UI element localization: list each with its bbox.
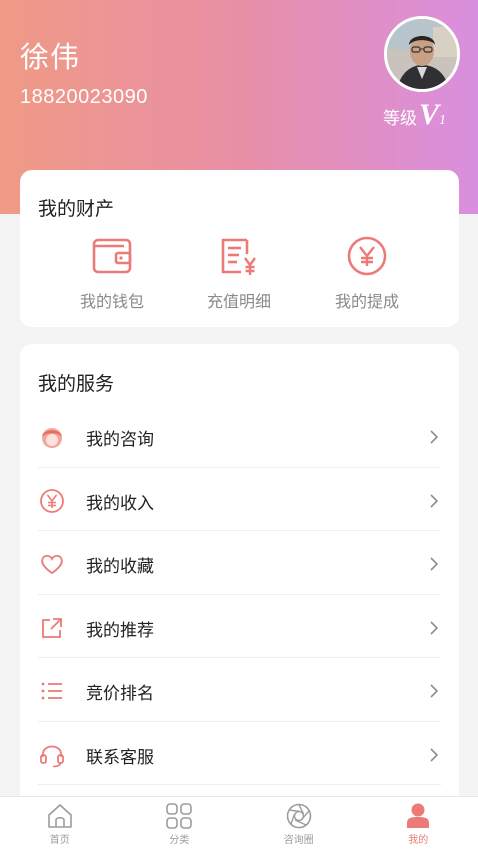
recharge-detail-icon <box>221 238 256 275</box>
headset-icon <box>40 745 64 767</box>
bottom-tab-bar: 首页 分类 咨询圈 我的 <box>0 796 478 850</box>
tab-label: 我的 <box>408 835 429 846</box>
tab-category[interactable]: 分类 <box>120 797 240 850</box>
service-item-consult[interactable]: 我的咨询 <box>38 404 441 468</box>
tab-label: 分类 <box>169 835 190 846</box>
home-icon <box>47 804 72 828</box>
tab-consult-circle[interactable]: 咨询圈 <box>239 797 359 850</box>
services-card: 我的服务 我的咨询 我的收入 我的收藏 我的推荐 竞价排名 联系客服 <box>20 344 459 844</box>
tab-label: 咨询圈 <box>283 835 314 846</box>
service-label: 竞价排名 <box>86 684 154 703</box>
service-label: 联系客服 <box>86 747 154 767</box>
category-icon <box>166 803 193 829</box>
tab-label: 首页 <box>49 835 70 846</box>
asset-item-commission[interactable]: 我的提成 <box>312 234 422 312</box>
service-label: 我的推荐 <box>86 620 154 640</box>
asset-label: 充值明细 <box>206 294 271 311</box>
avatar[interactable] <box>384 16 460 92</box>
asset-item-wallet[interactable]: 我的钱包 <box>57 234 167 312</box>
yen-circle-icon <box>40 488 64 513</box>
wallet-icon <box>92 238 132 274</box>
service-item-favorites[interactable]: 我的收藏 <box>38 531 441 595</box>
chevron-right-icon <box>430 747 439 762</box>
heart-icon <box>41 554 63 575</box>
service-item-recommend[interactable]: 我的推荐 <box>38 595 441 658</box>
assets-title: 我的财产 <box>38 199 115 220</box>
chevron-right-icon <box>430 493 439 508</box>
service-item-bidding[interactable]: 竞价排名 <box>38 658 441 722</box>
user-phone: 18820023090 <box>20 86 148 108</box>
chevron-right-icon <box>430 557 439 571</box>
user-name: 徐伟 <box>20 42 81 74</box>
tab-home[interactable]: 首页 <box>0 797 120 850</box>
level-v-mark: V <box>419 98 440 131</box>
user-icon <box>407 803 430 828</box>
level-label: 等级 <box>383 109 417 128</box>
avatar-image <box>387 19 457 89</box>
asset-label: 我的提成 <box>334 294 399 311</box>
asset-item-recharge[interactable]: 充值明细 <box>184 234 294 312</box>
aperture-icon <box>286 803 312 829</box>
chevron-right-icon <box>430 620 439 635</box>
services-title: 我的服务 <box>38 374 115 395</box>
service-label: 我的收入 <box>86 493 154 513</box>
yen-circle-icon <box>347 236 387 276</box>
asset-label: 我的钱包 <box>79 294 144 311</box>
service-label: 我的收藏 <box>86 557 154 576</box>
chevron-right-icon <box>430 684 439 698</box>
level-number: 1 <box>439 113 447 128</box>
service-item-income[interactable]: 我的收入 <box>38 468 441 531</box>
assets-card: 我的财产 我的钱包 充值明细 我的提成 <box>20 170 459 327</box>
list-icon <box>41 682 62 700</box>
chevron-right-icon <box>430 430 439 444</box>
consult-icon <box>42 428 62 448</box>
service-label: 我的咨询 <box>86 430 154 449</box>
share-icon <box>42 617 62 638</box>
user-level: 等级 V 1 <box>383 98 446 132</box>
tab-mine[interactable]: 我的 <box>359 797 478 850</box>
service-item-customer-service[interactable]: 联系客服 <box>38 722 441 785</box>
